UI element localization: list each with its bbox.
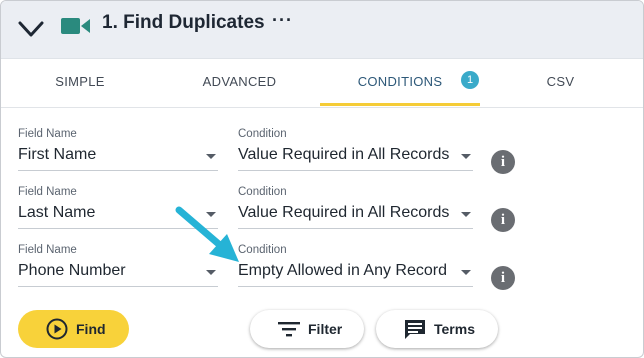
condition-dropdown[interactable]: Value Required in All Records — [238, 204, 473, 229]
condition-label: Condition — [238, 244, 287, 256]
condition-value: Value Required in All Records — [238, 146, 450, 163]
tab-bar: Simple Advanced Conditions 1 CSV — [1, 59, 643, 108]
field-name-label: Field Name — [18, 128, 77, 140]
dropdown-caret-icon — [206, 154, 216, 159]
condition-select-1[interactable]: Condition Value Required in All Records — [238, 128, 473, 172]
tab-csv[interactable]: CSV — [480, 59, 641, 105]
tab-advanced[interactable]: Advanced — [159, 59, 320, 105]
filter-button-label: Filter — [308, 321, 343, 337]
terms-button[interactable]: Terms — [376, 310, 498, 348]
dropdown-caret-icon — [461, 212, 471, 217]
dropdown-caret-icon — [461, 270, 471, 275]
play-circle-icon — [46, 318, 68, 340]
dropdown-caret-icon — [461, 154, 471, 159]
find-button-label: Find — [76, 321, 106, 337]
terms-button-label: Terms — [434, 321, 475, 337]
callout-arrow-icon — [175, 206, 239, 262]
condition-value: Value Required in All Records — [238, 204, 450, 221]
video-camera-icon — [61, 18, 90, 34]
filter-button[interactable]: Filter — [250, 310, 364, 348]
condition-select-2[interactable]: Condition Value Required in All Records — [238, 186, 473, 230]
field-name-dropdown[interactable]: First Name — [18, 146, 218, 171]
field-name-value: Last Name — [18, 204, 96, 221]
conditions-count-badge: 1 — [461, 71, 479, 89]
field-name-label: Field Name — [18, 186, 77, 198]
info-icon[interactable]: i — [491, 150, 515, 174]
find-duplicates-panel: 1. Find Duplicates ··· Simple Advanced C… — [0, 0, 644, 358]
info-icon[interactable]: i — [491, 266, 515, 290]
chevron-down-icon[interactable] — [17, 15, 45, 43]
tab-simple[interactable]: Simple — [1, 59, 159, 105]
field-name-value: Phone Number — [18, 262, 126, 279]
more-options-button[interactable]: ··· — [272, 10, 293, 31]
page-title: 1. Find Duplicates — [102, 12, 265, 33]
condition-dropdown[interactable]: Value Required in All Records — [238, 146, 473, 171]
dropdown-caret-icon — [206, 270, 216, 275]
message-icon — [405, 320, 425, 339]
tab-conditions[interactable]: Conditions — [320, 59, 480, 106]
panel-header: 1. Find Duplicates ··· — [1, 1, 643, 59]
info-icon[interactable]: i — [491, 208, 515, 232]
filter-icon — [278, 322, 300, 337]
field-name-value: First Name — [18, 146, 97, 163]
condition-value: Empty Allowed in Any Record — [238, 262, 447, 279]
condition-select-3[interactable]: Condition Empty Allowed in Any Record — [238, 244, 473, 288]
field-name-select-1[interactable]: Field Name First Name — [18, 128, 218, 172]
find-button[interactable]: Find — [18, 310, 129, 348]
condition-label: Condition — [238, 186, 287, 198]
condition-dropdown[interactable]: Empty Allowed in Any Record — [238, 262, 473, 287]
condition-label: Condition — [238, 128, 287, 140]
